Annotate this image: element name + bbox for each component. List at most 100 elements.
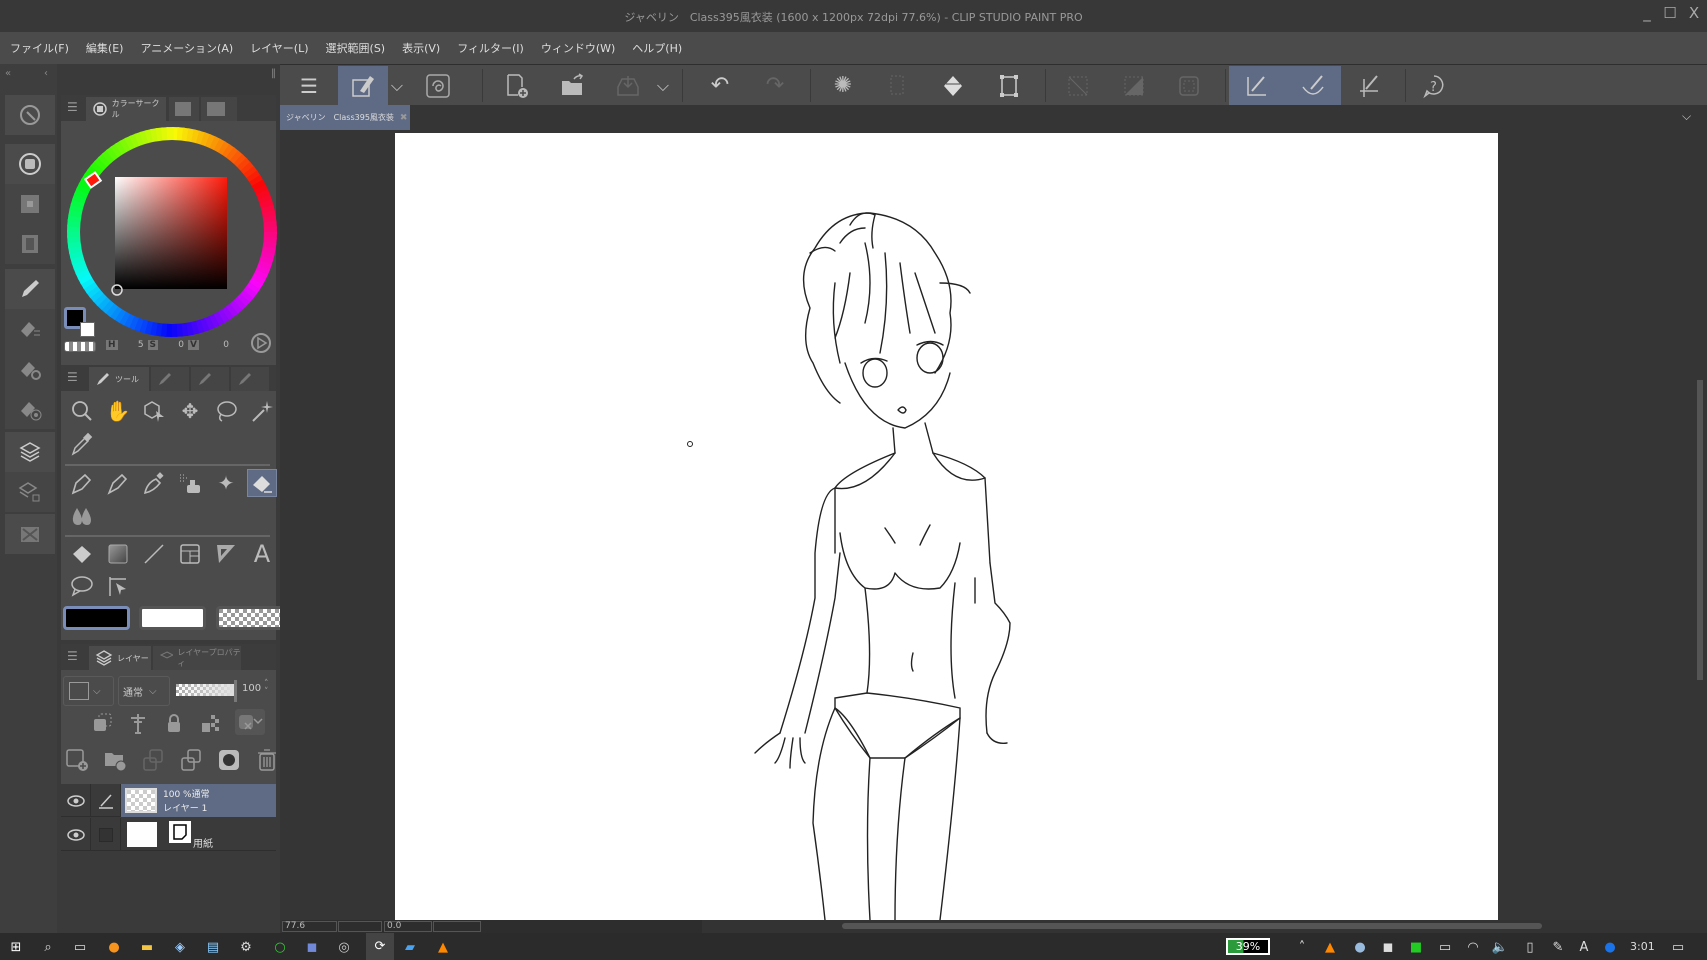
menu-file[interactable]: ファイル(F) bbox=[10, 40, 69, 56]
drag-handle-icon[interactable]: ‖ bbox=[271, 68, 276, 79]
snap-to-grid-button[interactable] bbox=[1344, 66, 1394, 105]
tool-property-dock-button[interactable] bbox=[5, 349, 55, 389]
tab-color-circle[interactable]: カラーサークル bbox=[86, 97, 166, 121]
correct-line-tool[interactable] bbox=[103, 572, 133, 600]
airbrush-tool[interactable] bbox=[175, 469, 205, 497]
figure-tool[interactable] bbox=[139, 540, 169, 568]
deselect-button[interactable] bbox=[1053, 66, 1103, 105]
battery-indicator[interactable]: 39% bbox=[1226, 938, 1270, 955]
create-layer-mask-icon[interactable] bbox=[217, 748, 241, 772]
power-battery-icon[interactable]: ▭ bbox=[1435, 937, 1455, 957]
new-raster-layer-icon[interactable] bbox=[65, 748, 89, 772]
clear-outside-selection-button[interactable] bbox=[873, 66, 923, 105]
eyedropper-tool[interactable] bbox=[67, 430, 97, 458]
settings-gear-icon[interactable]: ⚙ bbox=[236, 937, 256, 957]
line-app-icon[interactable]: ■ bbox=[1406, 937, 1426, 957]
close-button[interactable]: X bbox=[1683, 4, 1705, 22]
opacity-slider-handle[interactable] bbox=[234, 680, 237, 702]
layer-property-dock-button[interactable] bbox=[5, 472, 55, 512]
clip-studio-dropdown[interactable]: ⌵ bbox=[384, 66, 410, 105]
snap-to-ruler-button[interactable] bbox=[1229, 66, 1285, 105]
frame-border-tool[interactable] bbox=[175, 540, 205, 568]
color-circle-dock-button[interactable] bbox=[5, 144, 55, 184]
clear-button[interactable]: ✺ bbox=[818, 66, 868, 105]
layer-1-item[interactable]: 100 %通常 レイヤー 1 bbox=[121, 784, 276, 817]
s-value[interactable]: 0 bbox=[158, 340, 188, 350]
zoom-tool[interactable] bbox=[67, 397, 97, 425]
reference-layer-icon[interactable] bbox=[127, 712, 149, 734]
material-dock-button[interactable] bbox=[5, 514, 55, 554]
opacity-stepper[interactable]: ˄ ˅ bbox=[264, 680, 269, 697]
menu-edit[interactable]: 編集(E) bbox=[86, 40, 124, 56]
clip-studio-paint-taskbar-icon[interactable]: ⟳ bbox=[366, 933, 394, 960]
discord-tray-icon[interactable]: ◼ bbox=[1378, 937, 1398, 957]
task-view-icon[interactable]: ▭ bbox=[70, 937, 90, 957]
edit-target-toggle[interactable] bbox=[91, 784, 121, 817]
discord-app-icon[interactable]: ◼ bbox=[302, 937, 322, 957]
collapse-all-icon[interactable]: « bbox=[5, 68, 11, 79]
vertical-scrollbar[interactable] bbox=[1697, 380, 1703, 680]
usb-device-icon[interactable]: ▯ bbox=[1520, 937, 1540, 957]
sub-tool-dock-button[interactable] bbox=[5, 309, 55, 349]
show-hidden-icons-chevron[interactable]: ˄ bbox=[1292, 937, 1312, 957]
clip-to-layer-below-icon[interactable] bbox=[91, 712, 113, 734]
new-file-button[interactable] bbox=[492, 66, 542, 105]
visibility-toggle[interactable] bbox=[61, 818, 91, 851]
sub-drawing-color[interactable] bbox=[139, 606, 206, 630]
layer-row[interactable]: 100 %通常 レイヤー 1 bbox=[61, 784, 276, 817]
rotation-slider[interactable] bbox=[433, 921, 481, 932]
rotation-field[interactable]: 0.0 bbox=[384, 921, 432, 932]
balloon-tool[interactable] bbox=[67, 572, 97, 600]
h-value[interactable]: 5 bbox=[118, 340, 148, 350]
maximize-button[interactable]: ☐ bbox=[1659, 4, 1681, 22]
menu-selection[interactable]: 選択範囲(S) bbox=[326, 40, 386, 56]
lasso-tool[interactable] bbox=[211, 397, 241, 425]
pencil-tool[interactable] bbox=[103, 469, 133, 497]
vlc-icon[interactable]: ▲ bbox=[433, 937, 453, 957]
menu-window[interactable]: ウィンドウ(W) bbox=[541, 40, 615, 56]
close-tab-icon[interactable]: ✖ bbox=[400, 113, 408, 123]
transfer-to-lower-layer-icon[interactable] bbox=[141, 748, 165, 772]
document-tab[interactable]: ジャベリン Class395風衣装 ✖ bbox=[280, 105, 410, 130]
zoom-slider[interactable] bbox=[338, 921, 382, 932]
edit-target-toggle[interactable] bbox=[91, 818, 121, 851]
ime-mode-icon[interactable]: A bbox=[1574, 937, 1594, 957]
clock[interactable]: 3:01 bbox=[1630, 940, 1655, 953]
circle-app-icon[interactable]: ○ bbox=[270, 937, 290, 957]
clip-studio-button[interactable] bbox=[338, 66, 388, 105]
visibility-toggle[interactable] bbox=[61, 784, 91, 817]
start-windows-icon[interactable]: ⊞ bbox=[6, 937, 26, 957]
open-file-button[interactable] bbox=[548, 66, 598, 105]
file-explorer-icon[interactable]: ▬ bbox=[137, 937, 157, 957]
new-folder-icon[interactable] bbox=[103, 748, 127, 772]
help-button[interactable]: ? bbox=[1410, 66, 1460, 105]
lock-icon[interactable] bbox=[163, 712, 185, 734]
lock-transparency-icon[interactable] bbox=[199, 712, 221, 734]
move-tool[interactable]: ✥ bbox=[175, 397, 205, 425]
tab-layer[interactable]: レイヤー bbox=[89, 646, 151, 670]
v-value[interactable]: 0 bbox=[199, 340, 229, 350]
transparent-drawing-color[interactable] bbox=[216, 606, 284, 630]
menu-view[interactable]: 表示(V) bbox=[402, 40, 440, 56]
scale-rotate-button[interactable] bbox=[984, 66, 1034, 105]
layer-color-dropdown[interactable]: ⌵ bbox=[63, 676, 114, 706]
redo-button[interactable]: ↷ bbox=[750, 66, 800, 105]
save-dropdown[interactable]: ⌵ bbox=[650, 66, 676, 105]
pen-tool[interactable] bbox=[67, 469, 97, 497]
blend-tool[interactable] bbox=[67, 502, 97, 530]
show-selection-area-button[interactable] bbox=[1164, 66, 1214, 105]
auto-select-tool[interactable] bbox=[247, 397, 277, 425]
clip-studio-assets-button[interactable] bbox=[413, 66, 463, 105]
tab-brush-size[interactable] bbox=[231, 367, 269, 391]
text-tool[interactable]: A bbox=[247, 540, 277, 568]
fill-tool[interactable] bbox=[67, 540, 97, 568]
navigator-button[interactable] bbox=[5, 95, 55, 135]
photos-icon[interactable]: ▰ bbox=[400, 937, 420, 957]
play-icon[interactable] bbox=[250, 332, 272, 354]
firefox-icon[interactable]: ● bbox=[104, 937, 124, 957]
main-menu-button[interactable]: ☰ bbox=[284, 66, 334, 105]
pen-tablet-icon[interactable]: ✎ bbox=[1548, 937, 1568, 957]
menu-filter[interactable]: フィルター(I) bbox=[457, 40, 524, 56]
invert-selection-button[interactable] bbox=[1109, 66, 1159, 105]
notepad-icon[interactable]: ▤ bbox=[203, 937, 223, 957]
